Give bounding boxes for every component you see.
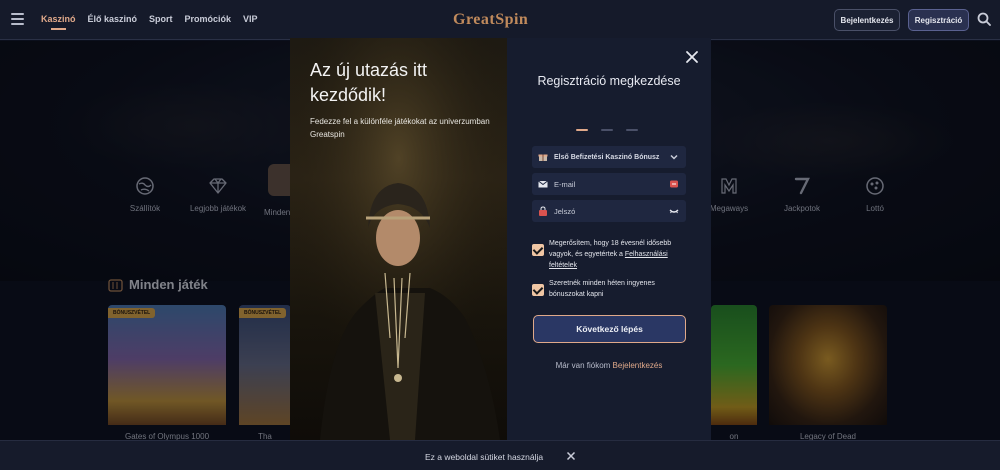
form-title: Regisztráció megkezdése: [537, 74, 681, 88]
chevron-down-icon: [670, 154, 678, 160]
bonus-optin-checkbox[interactable]: [532, 284, 544, 296]
bonus-optin-label: Szeretnék minden héten ingyenes bónuszok…: [549, 280, 655, 298]
envelope-icon: [538, 180, 548, 188]
bonus-select-value: Első Befizetési Kaszinó Bónusz: [554, 153, 660, 161]
password-field[interactable]: Jelszó: [532, 200, 686, 222]
nav-item-sport[interactable]: Sport: [149, 14, 173, 24]
promo-subtext: Fedezze fel a különféle játékokat az uni…: [310, 117, 490, 139]
login-link[interactable]: Bejelentkezés: [613, 361, 663, 370]
step-indicator: [576, 129, 638, 131]
next-step-button[interactable]: Következő lépés: [533, 315, 686, 343]
age-terms-checkbox[interactable]: [532, 244, 544, 256]
login-button[interactable]: Bejelentkezés: [834, 9, 900, 31]
eye-closed-icon[interactable]: [669, 206, 679, 216]
lock-icon: [539, 206, 547, 216]
cookie-text: Ez a weboldal sütiket használja: [425, 452, 544, 462]
search-icon[interactable]: [977, 12, 991, 26]
email-placeholder: E-mail: [554, 179, 576, 189]
age-terms-label: Megerősítem, hogy 18 évesnél idősebb vag…: [549, 238, 692, 271]
menu-icon[interactable]: [11, 13, 24, 25]
age-terms-checkbox-row: Megerősítem, hogy 18 évesnél idősebb vag…: [532, 238, 692, 271]
register-button[interactable]: Regisztráció: [908, 9, 969, 31]
promo-headline: Az új utazás itt kezdődik!: [310, 60, 428, 105]
bonus-optin-checkbox-row: Szeretnék minden héten ingyenes bónuszok…: [532, 278, 692, 300]
nav-item-promociok[interactable]: Promóciók: [185, 14, 232, 24]
cookie-banner: Ez a weboldal sütiket használja: [0, 440, 1000, 470]
modal-promo-panel: Az új utazás itt kezdődik! Fedezze fel a…: [290, 38, 507, 440]
gift-icon: [538, 154, 548, 161]
close-icon[interactable]: [685, 50, 699, 64]
nav-item-vip[interactable]: VIP: [243, 14, 258, 24]
nav-item-elo-kaszino[interactable]: Élő kaszinó: [88, 14, 138, 24]
existing-account-text: Már van fiókom: [555, 361, 611, 370]
step-dot-active: [576, 129, 588, 131]
site-logo[interactable]: GreatSpin: [453, 11, 528, 29]
step-dot: [601, 129, 613, 131]
password-placeholder: Jelszó: [554, 206, 576, 216]
main-nav: Kaszinó Élő kaszinó Sport Promóciók VIP: [41, 14, 258, 30]
registration-modal: Az új utazás itt kezdődik! Fedezze fel a…: [290, 38, 711, 440]
error-icon: [670, 180, 678, 188]
step-dot: [626, 129, 638, 131]
nav-item-kaszino[interactable]: Kaszinó: [41, 14, 76, 30]
registration-form-panel: Regisztráció megkezdése Első Befizetési …: [507, 38, 711, 440]
bonus-select[interactable]: Első Befizetési Kaszinó Bónusz: [532, 146, 686, 168]
email-field[interactable]: E-mail: [532, 173, 686, 195]
top-bar: Kaszinó Élő kaszinó Sport Promóciók VIP …: [0, 0, 1000, 40]
close-cookie-icon[interactable]: [566, 451, 576, 461]
existing-account-row: Már van fiókom Bejelentkezés: [507, 361, 711, 370]
